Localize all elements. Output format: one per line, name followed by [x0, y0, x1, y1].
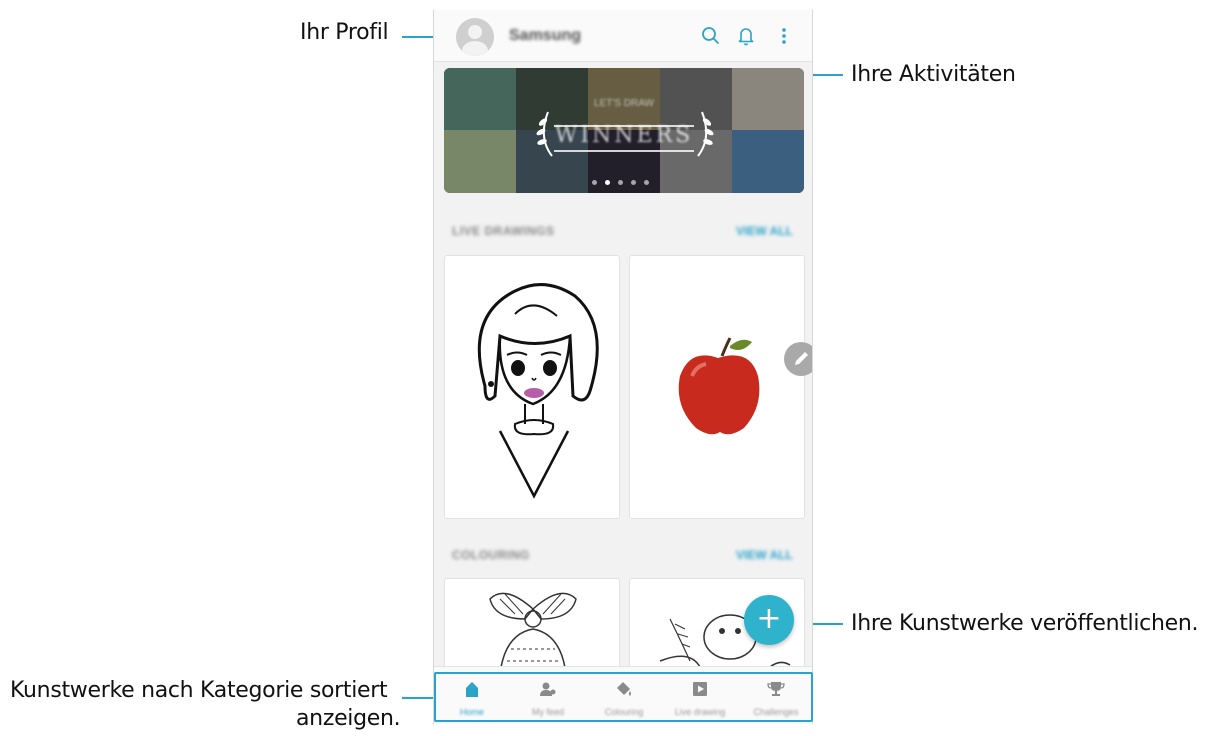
profile-name[interactable]: Samsung: [509, 27, 581, 45]
section-title-live-drawings: LIVE DRAWINGS: [452, 224, 555, 238]
search-icon[interactable]: [699, 24, 723, 48]
callout-publish: Ihre Kunstwerke veröffentlichen.: [851, 611, 1199, 636]
apple-drawing-image: [678, 337, 760, 435]
view-all-live-drawings[interactable]: VIEW ALL: [736, 224, 793, 238]
profile-avatar[interactable]: [456, 18, 494, 56]
top-app-bar: Samsung: [434, 10, 812, 62]
banner-subtitle: LET'S DRAW: [594, 98, 654, 109]
live-drawing-card[interactable]: [629, 255, 805, 519]
bow-drawing-image: [489, 592, 577, 675]
challenge-banner[interactable]: WINNERS LET'S DRAW: [444, 68, 804, 193]
callout-profile: Ihr Profil: [300, 20, 389, 45]
callout-category-line2: anzeigen.: [296, 706, 401, 731]
laurel-right-icon: [697, 111, 714, 157]
bell-icon[interactable]: [734, 24, 758, 48]
more-options-icon[interactable]: [772, 24, 796, 48]
colouring-card[interactable]: [444, 578, 620, 678]
girl-drawing-image: [477, 283, 599, 499]
banner-pagination[interactable]: [592, 180, 649, 185]
bottom-navigation-highlight: [434, 672, 813, 722]
callout-category-line1: Kunstwerke nach Kategorie sortiert: [10, 678, 388, 703]
callout-category-line: [402, 697, 434, 699]
publish-artwork-button[interactable]: +: [744, 595, 794, 645]
section-title-colouring: COLOURING: [452, 548, 530, 562]
laurel-left-icon: [536, 111, 553, 157]
app-screen: Samsung WINNERS LET'S DRAW LIVE DRAWINGS…: [433, 10, 813, 724]
callout-activities: Ihre Aktivitäten: [851, 62, 1016, 87]
pencil-icon[interactable]: [784, 342, 812, 376]
live-drawing-card[interactable]: [444, 255, 620, 519]
view-all-colouring[interactable]: VIEW ALL: [736, 548, 793, 562]
